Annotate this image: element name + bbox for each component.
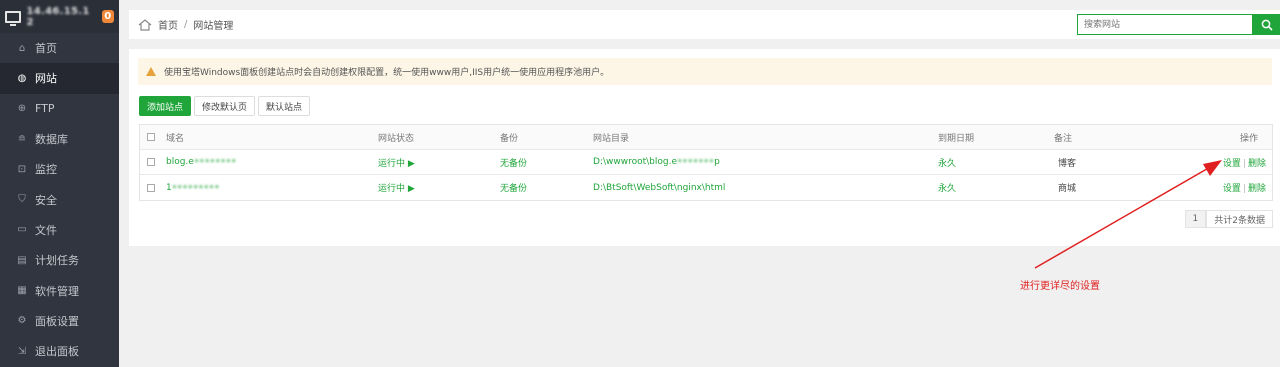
- gear-icon: ⚙: [17, 315, 27, 327]
- sidebar-item-5[interactable]: ⛉ 安全: [0, 184, 119, 214]
- sidebar-header: 1​4​.​4​6.​1​5.​1​2​ 0: [0, 0, 119, 33]
- table-header-row: 域名 网站状态 备份 网站目录 到期日期 备注 操作: [140, 125, 1272, 150]
- sidebar-item-label: 网站: [35, 72, 57, 86]
- site-status[interactable]: 运行中 ▶: [378, 181, 415, 194]
- sidebar-item-label: 安全: [35, 193, 57, 207]
- breadcrumb: 首页 / 网站管理: [158, 17, 233, 32]
- site-root[interactable]: D:\BtSoft\WebSoft\nginx\html: [593, 183, 725, 193]
- ops-divider: |: [1242, 184, 1246, 194]
- row-checkbox[interactable]: [147, 183, 155, 192]
- monitor-icon: [5, 10, 21, 26]
- header-ops: 操作: [1239, 133, 1258, 144]
- row-ops: 设置 | 删除: [1223, 181, 1266, 194]
- sidebar: 1​4​.​4​6.​1​5.​1​2​ 0 ⌂ 首页 ◍ 网站 ⊕ FTP ≘ 数据库 ⊡ 监控…: [0, 0, 119, 367]
- sidebar-item-label: 计划任务: [35, 254, 79, 268]
- site-note[interactable]: 商城: [1058, 181, 1076, 194]
- sidebar-item-10[interactable]: ⇲ 退出面板: [0, 336, 119, 366]
- delete-link[interactable]: 删除: [1248, 159, 1266, 169]
- settings-link[interactable]: 设置: [1223, 159, 1241, 169]
- sidebar-item-8[interactable]: ▦ 软件管理: [0, 275, 119, 305]
- grid-icon: ▦: [17, 285, 27, 297]
- search-box: [1077, 14, 1280, 35]
- main-panel: 使用宝塔Windows面板创建站点时会自动创建权限配置，统一使用www用户,II…: [129, 49, 1280, 246]
- sidebar-item-label: 软件管理: [35, 284, 79, 298]
- sidebar-item-label: 文件: [35, 223, 57, 237]
- sidebar-item-6[interactable]: ▭ 文件: [0, 215, 119, 245]
- top-bar: 首页 / 网站管理: [129, 10, 1280, 39]
- search-icon: [1261, 19, 1273, 31]
- sites-table: 域名 网站状态 备份 网站目录 到期日期 备注 操作 blog.e•••••••…: [139, 124, 1273, 201]
- warning-icon: [146, 67, 156, 76]
- site-domain-link[interactable]: blog.e••••••••: [166, 157, 236, 167]
- sidebar-item-label: FTP: [35, 102, 55, 116]
- site-expire[interactable]: 永久: [938, 156, 956, 169]
- table-row: 1••••••••• 运行中 ▶ 无备份 D:\BtSoft\WebSoft\ngin…: [140, 175, 1272, 200]
- home-icon: ⌂: [18, 42, 26, 54]
- site-backup[interactable]: 无备份: [500, 156, 527, 169]
- calendar-icon: ▤: [17, 254, 27, 266]
- edit-default-page-button[interactable]: 修改默认页: [194, 96, 256, 116]
- row-checkbox[interactable]: [147, 158, 155, 166]
- select-all-checkbox[interactable]: [147, 133, 155, 141]
- globe-icon: ◍: [17, 72, 27, 84]
- breadcrumb-current: 网站管理: [193, 21, 234, 32]
- search-button[interactable]: [1253, 14, 1280, 35]
- toolbar: 添加站点 修改默认页 默认站点: [139, 96, 311, 116]
- sidebar-item-7[interactable]: ▤ 计划任务: [0, 245, 119, 275]
- default-site-button[interactable]: 默认站点: [258, 96, 311, 116]
- breadcrumb-home[interactable]: 首页: [158, 17, 178, 32]
- page-number[interactable]: 1: [1184, 210, 1207, 228]
- site-root[interactable]: D:\wwwroot\blog.e•••••••p: [593, 157, 720, 167]
- monitor-icon: ⊡: [17, 163, 27, 175]
- add-site-button[interactable]: 添加站点: [139, 96, 192, 116]
- header-note: 备注: [1054, 133, 1073, 144]
- site-domain: blog.e••••••••: [166, 157, 237, 167]
- sidebar-item-label: 数据库: [35, 133, 68, 147]
- sidebar-item-3[interactable]: ≘ 数据库: [0, 124, 119, 154]
- settings-link[interactable]: 设置: [1223, 184, 1241, 194]
- sidebar-item-9[interactable]: ⚙ 面板设置: [0, 306, 119, 336]
- header-backup[interactable]: 备份: [500, 131, 518, 144]
- home-icon[interactable]: [138, 18, 152, 31]
- database-icon: ≘: [17, 133, 27, 145]
- row-ops: 设置 | 删除: [1223, 156, 1266, 169]
- header-status[interactable]: 网站状态: [378, 131, 414, 144]
- header-expire[interactable]: 到期日期: [938, 131, 974, 144]
- notice-bar: 使用宝塔Windows面板创建站点时会自动创建权限配置，统一使用www用户,II…: [138, 58, 1272, 85]
- header-domain[interactable]: 域名: [166, 131, 184, 144]
- table-row: blog.e•••••••• 运行中 ▶ 无备份 D:\wwwroot\blog.e•…: [140, 150, 1272, 175]
- site-expire[interactable]: 永久: [938, 181, 956, 194]
- site-backup[interactable]: 无备份: [500, 181, 527, 194]
- site-domain: 1•••••••••: [166, 182, 220, 193]
- shield-icon: ⛉: [18, 194, 26, 206]
- server-ip: 1​4​.​4​6.​1​5.​1​2​: [26, 5, 90, 28]
- header-root[interactable]: 网站目录: [593, 131, 629, 144]
- sidebar-item-label: 首页: [35, 42, 57, 56]
- sidebar-item-label: 监控: [35, 163, 57, 177]
- breadcrumb-separator: /: [184, 19, 188, 30]
- sidebar-item-label: 面板设置: [35, 314, 79, 328]
- notification-badge[interactable]: 0: [101, 10, 114, 23]
- sidebar-item-4[interactable]: ⊡ 监控: [0, 154, 119, 184]
- delete-link[interactable]: 删除: [1248, 184, 1266, 194]
- pagination: 1 共计2条数据: [1184, 210, 1273, 228]
- logout-icon: ⇲: [17, 345, 27, 357]
- site-domain-link[interactable]: 1•••••••••: [166, 183, 220, 193]
- sidebar-item-1[interactable]: ◍ 网站: [0, 63, 119, 94]
- sidebar-item-2[interactable]: ⊕ FTP: [0, 94, 119, 124]
- folder-icon: ▭: [17, 224, 27, 236]
- sidebar-item-0[interactable]: ⌂ 首页: [0, 33, 119, 63]
- notice-text: 使用宝塔Windows面板创建站点时会自动创建权限配置，统一使用www用户,II…: [164, 68, 610, 78]
- annotation-text: 进行更详尽的设置: [1020, 281, 1100, 292]
- site-note[interactable]: 博客: [1058, 156, 1076, 169]
- search-input[interactable]: [1077, 14, 1253, 35]
- total-count: 共计2条数据: [1206, 210, 1273, 228]
- site-status[interactable]: 运行中 ▶: [378, 156, 415, 169]
- sidebar-item-label: 退出面板: [35, 345, 79, 359]
- ops-divider: |: [1242, 158, 1246, 169]
- ftp-icon: ⊕: [17, 103, 27, 115]
